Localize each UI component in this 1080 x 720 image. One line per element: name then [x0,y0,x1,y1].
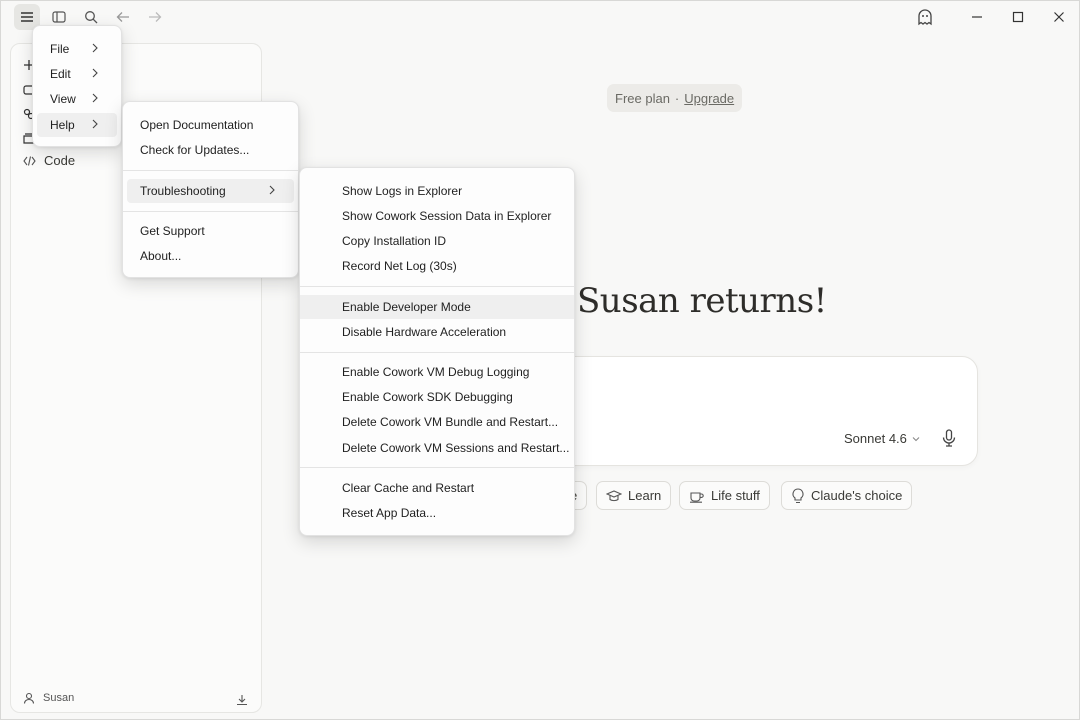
menu-item-disable-hardware-acceleration[interactable]: Disable Hardware Acceleration [304,320,570,344]
menu-item-label: Enable Cowork VM Debug Logging [342,365,530,379]
menu-separator [300,352,574,353]
chevron-right-icon [92,68,98,78]
minimize-button[interactable] [965,5,989,29]
menu-item-record-net-log[interactable]: Record Net Log (30s) [304,254,570,278]
back-arrow-icon [116,12,129,22]
code-icon [23,155,36,166]
menu-item-reset-app-data[interactable]: Reset App Data... [304,501,570,525]
menu-item-label: Edit [50,67,71,81]
microphone-button[interactable] [941,429,957,447]
forward-button[interactable] [142,4,168,30]
menu-item-show-logs[interactable]: Show Logs in Explorer [304,179,570,203]
menu-item-copy-installation-id[interactable]: Copy Installation ID [304,229,570,253]
menu-item-label: Record Net Log (30s) [342,259,457,273]
menu-item-label: Get Support [140,224,205,238]
download-icon [237,695,247,706]
chip-label: Learn [628,488,662,503]
menu-item-label: Help [50,118,75,132]
plan-badge: Free plan · Upgrade [607,84,743,112]
close-button[interactable] [1047,5,1071,29]
sidebar-item-label: Code [44,153,76,168]
minimize-icon [972,16,982,18]
menu-item-label: Delete Cowork VM Sessions and Restart... [342,441,570,455]
menu-item-get-support[interactable]: Get Support [127,219,294,243]
menu-separator [123,170,298,171]
greeting-title: Susan returns! [577,281,827,321]
maximize-button[interactable] [1006,5,1030,29]
graduation-cap-icon [606,489,622,501]
menu-item-delete-cowork-vm-sessions[interactable]: Delete Cowork VM Sessions and Restart... [304,436,570,460]
download-button[interactable] [236,694,248,706]
menu-item-label: Clear Cache and Restart [342,481,475,495]
menu-item-delete-cowork-vm-bundle[interactable]: Delete Cowork VM Bundle and Restart... [304,410,570,434]
chevron-right-icon [92,93,98,103]
chip-learn[interactable]: Learn [596,481,672,510]
menu-item-label: Delete Cowork VM Bundle and Restart... [342,415,559,429]
maximize-icon [1012,11,1024,23]
chevron-right-icon [269,185,275,195]
chip-label: Claude's choice [811,488,903,503]
search-icon [85,11,98,24]
plan-separator: · [674,90,680,106]
menu-item-label: Enable Developer Mode [342,300,471,314]
coffee-icon [690,491,704,503]
forward-arrow-icon [149,12,162,22]
upgrade-link[interactable]: Upgrade [684,91,734,106]
menu-item-label: Disable Hardware Acceleration [342,325,507,339]
menu-item-about[interactable]: About... [127,244,294,268]
menu-item-help[interactable]: Help [37,113,117,137]
menu-item-edit[interactable]: Edit [37,62,117,86]
menu-item-label: Enable Cowork SDK Debugging [342,390,513,404]
menu-item-enable-cowork-sdk-debugging[interactable]: Enable Cowork SDK Debugging [304,385,570,409]
user-name: Susan [43,692,75,704]
menu-item-label: File [50,42,70,56]
chip-label: Life stuff [711,488,760,503]
menu-item-enable-developer-mode[interactable]: Enable Developer Mode [300,295,574,319]
menu-item-label: Show Cowork Session Data in Explorer [342,209,552,223]
message-composer[interactable] [541,356,978,466]
chevron-right-icon [92,119,98,129]
chevron-down-icon [912,436,920,441]
menu-separator [300,286,574,287]
user-profile[interactable]: Susan [23,692,74,704]
menu-item-file[interactable]: File [37,37,117,61]
menu-item-label: Troubleshooting [140,184,226,198]
menu-item-view[interactable]: View [37,87,117,111]
menu-item-clear-cache-and-restart[interactable]: Clear Cache and Restart [304,476,570,500]
menu-item-label: Check for Updates... [140,143,250,157]
menu-separator [123,211,298,212]
menu-item-show-cowork-session-data[interactable]: Show Cowork Session Data in Explorer [304,204,570,228]
user-icon [23,692,35,704]
app-menu: File Edit View Help [32,25,122,147]
troubleshooting-menu: Show Logs in Explorer Show Cowork Sessio… [299,167,575,536]
menu-item-label: Reset App Data... [342,506,437,520]
model-selector[interactable]: Sonnet 4.6 [844,431,921,446]
ghost-icon [918,9,932,26]
chip-claudes-choice[interactable]: Claude's choice [781,481,913,510]
ghost-button[interactable] [913,5,937,29]
menu-item-label: Open Documentation [140,118,254,132]
sidebar-item-code[interactable]: Code [23,153,75,168]
menu-item-check-for-updates[interactable]: Check for Updates... [127,138,294,162]
menu-item-label: Copy Installation ID [342,234,447,248]
sidebar-toggle-icon [52,11,66,23]
chip-life-stuff[interactable]: Life stuff [679,481,770,510]
close-icon [1054,12,1064,22]
menu-icon [21,12,33,22]
menu-item-troubleshooting[interactable]: Troubleshooting [127,179,294,203]
menu-item-label: View [50,92,76,106]
menu-item-open-documentation[interactable]: Open Documentation [127,113,294,137]
help-menu: Open Documentation Check for Updates... … [122,101,299,278]
menu-item-label: About... [140,249,182,263]
microphone-icon [942,429,956,447]
menu-item-label: Show Logs in Explorer [342,184,463,198]
chevron-right-icon [92,43,98,53]
model-label: Sonnet 4.6 [844,431,907,446]
menu-separator [300,467,574,468]
plan-label: Free plan [615,90,670,106]
menu-item-enable-cowork-vm-debug-logging[interactable]: Enable Cowork VM Debug Logging [304,360,570,384]
lightbulb-icon [792,487,804,503]
